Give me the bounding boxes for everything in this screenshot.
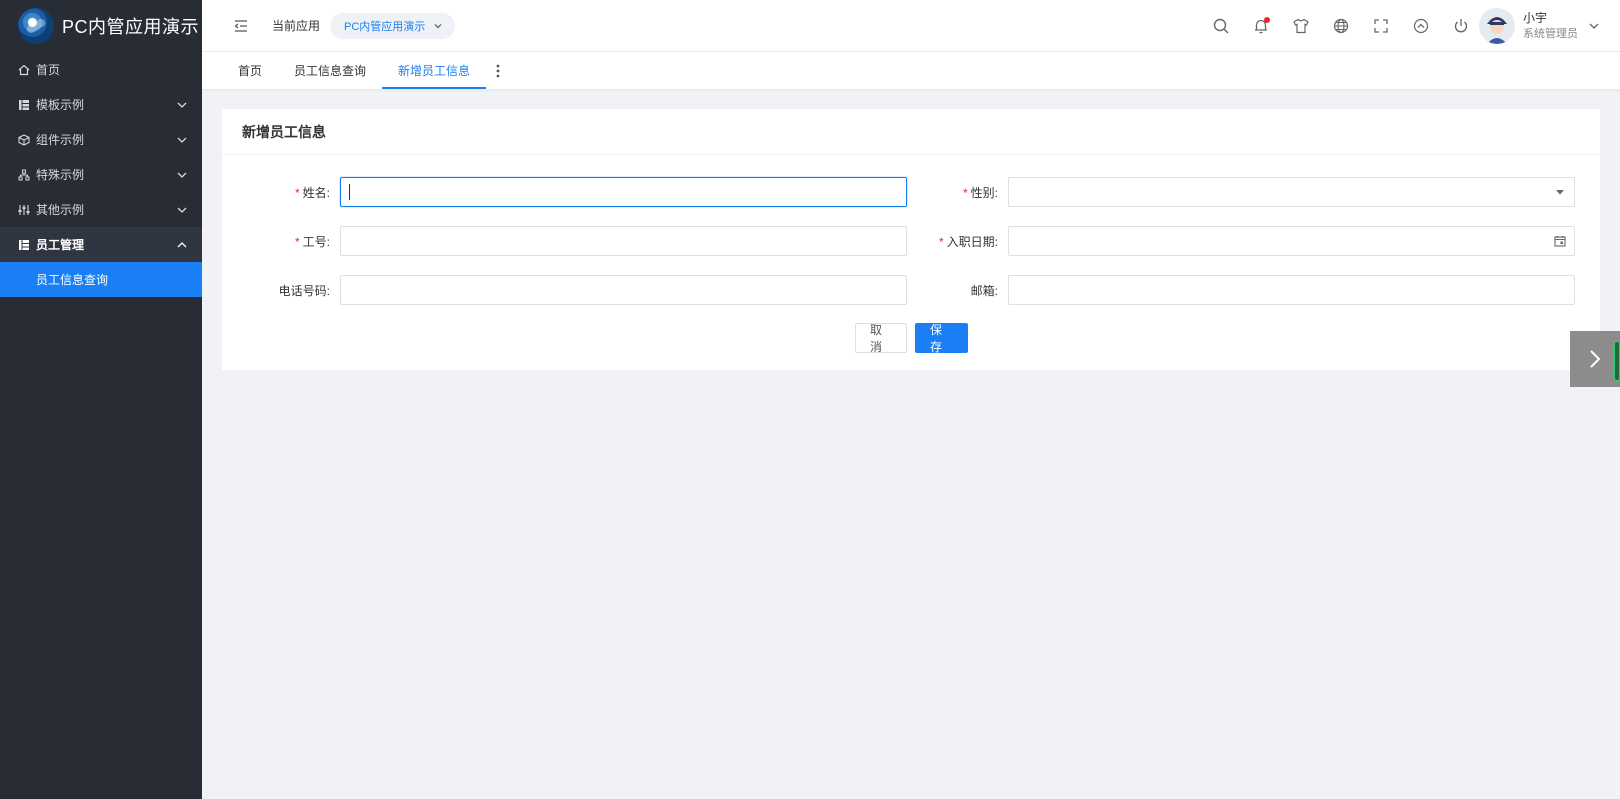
sidebar-item-home[interactable]: 首页 xyxy=(0,52,202,87)
email-label: 邮箱: xyxy=(970,283,998,298)
chevron-up-icon xyxy=(176,239,188,251)
name-label: * 姓名: xyxy=(222,184,340,201)
sidebar-item-others[interactable]: 其他示例 xyxy=(0,192,202,227)
sidebar-item-label: 特殊示例 xyxy=(36,168,85,182)
gender-label-text: 性别: xyxy=(970,185,998,200)
app-select[interactable]: PC内管应用演示 xyxy=(330,12,456,39)
search-icon[interactable] xyxy=(1212,17,1230,35)
bell-icon[interactable] xyxy=(1252,17,1270,35)
employee-id-input[interactable] xyxy=(340,226,907,256)
gender-select[interactable] xyxy=(1008,177,1575,207)
logo[interactable]: PC内管应用演示 xyxy=(0,0,202,52)
avatar xyxy=(1479,8,1515,44)
sidebar-item-label: 员工管理 xyxy=(36,238,85,252)
page-title: 新增员工信息 xyxy=(222,109,1600,155)
sidebar-item-label: 员工信息查询 xyxy=(36,273,109,287)
user-menu[interactable]: 小宇 系统管理员 xyxy=(1479,8,1600,44)
tab-label: 员工信息查询 xyxy=(294,64,367,78)
user-role: 系统管理员 xyxy=(1523,28,1578,40)
shirt-icon[interactable] xyxy=(1292,17,1310,35)
email-field: 邮箱: xyxy=(890,274,1575,306)
current-app-label: 当前应用 xyxy=(272,19,321,33)
tab-label: 首页 xyxy=(238,64,263,78)
tab-employee-query[interactable]: 员工信息查询 xyxy=(278,52,382,89)
sidebar-item-employee-query[interactable]: 员工信息查询 xyxy=(0,262,202,297)
cancel-button[interactable]: 取消 xyxy=(855,323,907,354)
hire-date-label-text: 入职日期: xyxy=(946,234,998,249)
required-mark: * xyxy=(938,234,944,249)
required-mark: * xyxy=(294,185,300,200)
sidebar-item-employee-management[interactable]: 员工管理 xyxy=(0,227,202,262)
globe-icon[interactable] xyxy=(1332,17,1350,35)
phone-field: 电话号码: xyxy=(222,274,907,306)
header-toolbar xyxy=(1212,0,1470,52)
tree-icon xyxy=(18,169,30,181)
sliders-icon xyxy=(18,204,30,216)
tab-home[interactable]: 首页 xyxy=(222,52,278,89)
hire-date-field: * 入职日期: xyxy=(890,225,1575,257)
chevron-down-icon xyxy=(176,134,188,146)
form-row: * 工号: * 入职日期: xyxy=(222,225,1600,257)
sidebar: PC内管应用演示 首页 模板示例 组件示例 特殊示例 其他示例 员工管理 员工信… xyxy=(0,0,202,799)
fullscreen-icon[interactable] xyxy=(1372,17,1390,35)
save-button[interactable]: 保存 xyxy=(915,323,968,354)
name-input[interactable] xyxy=(340,177,907,207)
cube-icon xyxy=(18,133,30,146)
chevron-down-icon xyxy=(176,169,188,181)
up-circle-icon[interactable] xyxy=(1412,17,1430,35)
sidebar-item-special[interactable]: 特殊示例 xyxy=(0,157,202,192)
drawer-grip-handle[interactable] xyxy=(1614,341,1620,381)
table-icon xyxy=(18,239,30,251)
chevron-down-icon xyxy=(176,204,188,216)
form-row: * 姓名: * 性别: xyxy=(222,176,1600,208)
home-icon xyxy=(18,64,30,76)
drawer-toggle-button[interactable] xyxy=(1570,331,1620,387)
hire-date-picker[interactable] xyxy=(1008,226,1575,256)
caret-down-icon xyxy=(1554,186,1566,198)
more-vertical-icon[interactable] xyxy=(486,52,510,89)
chevron-down-icon xyxy=(176,99,188,111)
sidebar-item-components[interactable]: 组件示例 xyxy=(0,122,202,157)
tab-add-employee[interactable]: 新增员工信息 xyxy=(382,52,487,89)
email-input[interactable] xyxy=(1008,275,1575,305)
sidebar-menu: 首页 模板示例 组件示例 特殊示例 其他示例 员工管理 员工信息查询 xyxy=(0,52,202,297)
app-select-value: PC内管应用演示 xyxy=(344,20,426,33)
logo-icon xyxy=(18,8,54,44)
chevron-down-icon xyxy=(433,21,443,31)
app-title: PC内管应用演示 xyxy=(62,17,200,37)
chevron-right-icon xyxy=(1587,348,1603,370)
phone-input[interactable] xyxy=(340,275,907,305)
sidebar-item-label: 首页 xyxy=(36,63,61,77)
sidebar-item-templates[interactable]: 模板示例 xyxy=(0,87,202,122)
gender-label: * 性别: xyxy=(890,184,1008,201)
employee-id-label: * 工号: xyxy=(222,233,340,250)
text-caret xyxy=(349,184,350,200)
user-info: 小宇 系统管理员 xyxy=(1523,10,1578,42)
phone-label: 电话号码: xyxy=(278,283,330,298)
sidebar-item-label: 模板示例 xyxy=(36,98,85,112)
add-employee-card: 新增员工信息 * 姓名: * 性别: * 工号: * 入职日期: 电话号码: 邮… xyxy=(222,109,1600,370)
notification-dot xyxy=(1264,17,1270,23)
tab-label: 新增员工信息 xyxy=(398,64,471,78)
page-tabs: 首页 员工信息查询 新增员工信息 xyxy=(202,52,1620,89)
gender-field: * 性别: xyxy=(890,176,1575,208)
user-name: 小宇 xyxy=(1523,11,1548,25)
chevron-down-icon xyxy=(1588,20,1600,32)
sidebar-item-label: 其他示例 xyxy=(36,203,85,217)
calendar-icon xyxy=(1554,235,1566,247)
name-label-text: 姓名: xyxy=(302,185,330,200)
employee-id-field: * 工号: xyxy=(222,225,907,257)
required-mark: * xyxy=(294,234,300,249)
power-icon[interactable] xyxy=(1452,17,1470,35)
top-header: 当前应用 PC内管应用演示 小宇 系统管理员 xyxy=(202,0,1620,52)
employee-id-label-text: 工号: xyxy=(302,234,330,249)
sidebar-item-label: 组件示例 xyxy=(36,133,85,147)
menu-fold-icon[interactable] xyxy=(232,17,250,35)
required-mark: * xyxy=(962,185,968,200)
form-row: 电话号码: 邮箱: xyxy=(222,274,1600,306)
hire-date-label: * 入职日期: xyxy=(890,233,1008,250)
table-icon xyxy=(18,99,30,111)
name-field: * 姓名: xyxy=(222,176,907,208)
